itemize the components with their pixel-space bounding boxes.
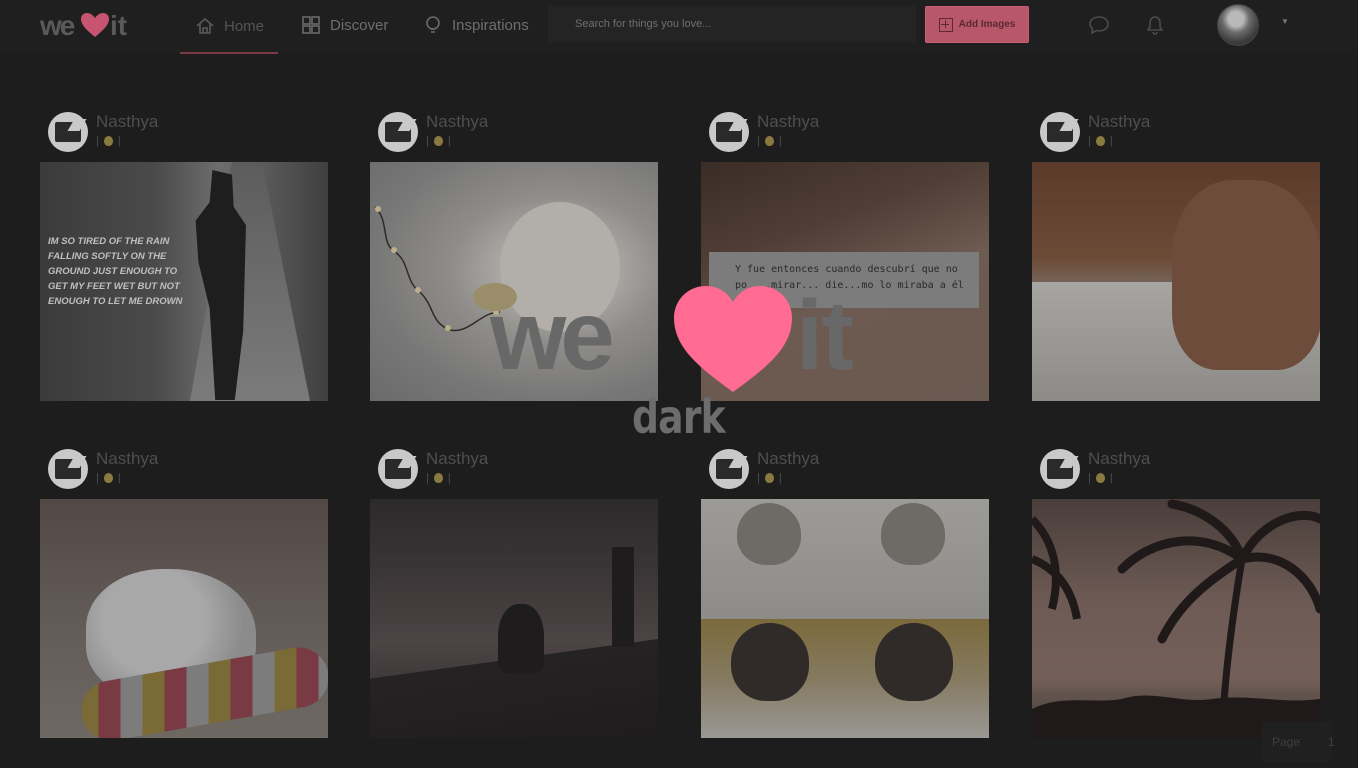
- card-subtitle: | |: [96, 135, 121, 147]
- post-card[interactable]: Nasthya | |: [701, 447, 991, 738]
- alien-emoji-icon: [1095, 473, 1105, 483]
- card-username[interactable]: Nasthya: [426, 112, 488, 132]
- post-image[interactable]: Y fue entonces cuando descubrí que no po…: [701, 162, 989, 401]
- notifications-bell-icon[interactable]: [1144, 14, 1166, 36]
- post-image[interactable]: [370, 499, 658, 738]
- post-card[interactable]: Nasthya | |: [370, 110, 660, 401]
- top-navigation-bar: we it Home Discover Inspirations Add Ima…: [0, 0, 1358, 54]
- card-username[interactable]: Nasthya: [426, 449, 488, 469]
- alien-emoji-icon: [433, 136, 443, 146]
- post-card[interactable]: Nasthya | | Y fue entonces cuando descubr…: [701, 110, 991, 401]
- card-header: Nasthya | |: [701, 110, 991, 160]
- post-card[interactable]: Nasthya | |: [1032, 447, 1322, 738]
- card-header: Nasthya | |: [1032, 110, 1322, 160]
- add-images-button[interactable]: Add Images: [925, 6, 1029, 43]
- card-subtitle: | |: [426, 472, 451, 484]
- card-avatar[interactable]: [48, 449, 88, 489]
- nav-discover-label: Discover: [330, 16, 389, 34]
- card-avatar[interactable]: [1040, 449, 1080, 489]
- alien-emoji-icon: [103, 136, 113, 146]
- card-subtitle: | |: [1088, 135, 1113, 147]
- post-image[interactable]: [40, 499, 328, 738]
- alien-emoji-icon: [764, 136, 774, 146]
- card-header: Nasthya | |: [370, 110, 660, 160]
- page-number[interactable]: 1: [1328, 735, 1335, 749]
- card-username[interactable]: Nasthya: [96, 449, 158, 469]
- user-avatar[interactable]: [1217, 4, 1259, 46]
- post-image[interactable]: [1032, 162, 1320, 401]
- home-icon: [194, 15, 216, 37]
- nav-discover[interactable]: Discover: [300, 0, 388, 50]
- post-card[interactable]: Nasthya | |: [370, 447, 660, 738]
- card-avatar[interactable]: [378, 112, 418, 152]
- palm-trees-silhouette: [1032, 499, 1320, 738]
- card-avatar[interactable]: [709, 449, 749, 489]
- card-subtitle: | |: [757, 135, 782, 147]
- card-subtitle: | |: [96, 472, 121, 484]
- add-images-label: Add Images: [958, 19, 1016, 30]
- card-username[interactable]: Nasthya: [96, 112, 158, 132]
- lightbulb-icon: [422, 14, 444, 36]
- post-image[interactable]: [1032, 499, 1320, 738]
- alien-emoji-icon: [764, 473, 774, 483]
- card-avatar[interactable]: [378, 449, 418, 489]
- nav-home[interactable]: Home: [180, 0, 278, 54]
- plus-square-icon: [938, 17, 953, 32]
- card-username[interactable]: Nasthya: [757, 449, 819, 469]
- nav-inspirations-label: Inspirations: [452, 16, 529, 34]
- page-label: Page: [1272, 735, 1301, 749]
- nav-home-label: Home: [223, 17, 264, 35]
- card-avatar[interactable]: [48, 112, 88, 152]
- card-header: Nasthya | |: [40, 447, 330, 497]
- card-header: Nasthya | |: [40, 110, 330, 160]
- card-subtitle: | |: [757, 472, 782, 484]
- search-input[interactable]: [548, 6, 916, 42]
- card-username[interactable]: Nasthya: [757, 112, 819, 132]
- post-image[interactable]: [701, 499, 989, 738]
- image-caption-text: Y fue entonces cuando descubrí que no po…: [709, 252, 979, 308]
- card-avatar[interactable]: [709, 112, 749, 152]
- weheartit-logo[interactable]: we it: [40, 7, 130, 43]
- card-username[interactable]: Nasthya: [1088, 449, 1150, 469]
- alien-emoji-icon: [433, 473, 443, 483]
- card-username[interactable]: Nasthya: [1088, 112, 1150, 132]
- post-card[interactable]: Nasthya | |: [1032, 110, 1322, 401]
- svg-text:we: we: [40, 10, 75, 41]
- messages-icon[interactable]: [1088, 14, 1110, 36]
- image-quote-text: IM SO TIRED OF THE RAIN FALLING SOFTLY O…: [48, 236, 183, 307]
- grid-icon: [300, 14, 322, 36]
- post-card[interactable]: Nasthya | |: [40, 447, 330, 738]
- chevron-down-icon[interactable]: ▼: [1281, 17, 1289, 26]
- card-subtitle: | |: [1088, 472, 1113, 484]
- alien-emoji-icon: [1095, 136, 1105, 146]
- string-lights-decoration: [374, 202, 620, 332]
- card-header: Nasthya | |: [370, 447, 660, 497]
- alien-emoji-icon: [103, 473, 113, 483]
- pagination[interactable]: Page 1: [1262, 722, 1335, 762]
- logo-mark: we it: [40, 10, 127, 41]
- card-header: Nasthya | |: [1032, 447, 1322, 497]
- card-subtitle: | |: [426, 135, 451, 147]
- search-bar: [548, 6, 916, 42]
- svg-text:it: it: [110, 10, 127, 41]
- card-avatar[interactable]: [1040, 112, 1080, 152]
- nav-inspirations[interactable]: Inspirations: [422, 0, 529, 50]
- post-image[interactable]: IM SO TIRED OF THE RAIN FALLING SOFTLY O…: [40, 162, 328, 401]
- card-header: Nasthya | |: [701, 447, 991, 497]
- post-image[interactable]: [370, 162, 658, 401]
- post-card[interactable]: Nasthya | | IM SO TIRED OF THE RAIN FALLI…: [40, 110, 330, 401]
